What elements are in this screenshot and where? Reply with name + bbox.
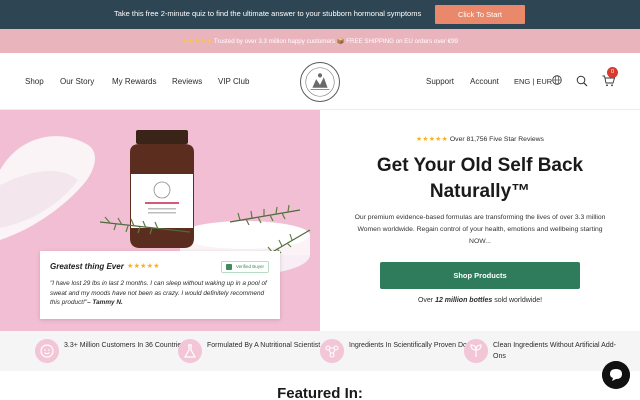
feature-clean-text: Clean Ingredients Without Artificial Add… [493,342,616,360]
rating-summary: ★★★★★ Over 81,756 Five Star Reviews [320,135,640,143]
verified-buyer-badge: Verified Buyer [221,261,269,273]
leaf-icon [464,339,488,363]
sold-worldwide-text: Over 12 million bottles sold worldwide! [320,297,640,304]
review-body: "I have lost 29 lbs in last 2 months. I … [50,279,275,308]
headline-line-1: Get Your Old Self Back [376,155,584,176]
shop-products-button[interactable]: Shop Products [380,262,580,289]
review-title: Greatest thing Ever [50,262,124,271]
verified-buyer-label: Verified Buyer [236,264,265,269]
rating-stars: ★★★★★ [416,136,448,143]
featured-in-heading: Featured In: [277,385,363,400]
nav-reviews[interactable]: Reviews [172,77,202,86]
feature-doses-text: Ingredients In Scientifically Proven Dos… [349,342,478,349]
sold-prefix: Over [417,297,436,304]
rating-text: Over 81,756 Five Star Reviews [448,136,544,143]
click-to-start-button[interactable]: Click To Start [435,5,525,24]
check-icon [226,264,232,270]
hero-headline: Get Your Old Self Back Naturally™ [345,153,615,205]
promo-bar: ★★★★★ Trusted by over 3.3 million happy … [0,29,640,53]
quiz-announcement-text: Take this free 2-minute quiz to find the… [114,9,422,18]
nav-support[interactable]: Support [426,77,454,86]
review-quote: "I have lost 29 lbs in last 2 months. I … [50,280,267,306]
review-card: Greatest thing Ever ★★★★★ Verified Buyer… [40,251,280,319]
flask-icon [178,339,202,363]
nav-vip-club[interactable]: VIP Club [218,77,249,86]
headline-line-2: Naturally™ [429,181,531,202]
features-strip: 3.3+ Million Customers In 36 Countries F… [0,331,640,371]
cart-count-badge: 0 [607,67,618,78]
sold-suffix: sold worldwide! [492,297,543,304]
locale-selector[interactable]: ENG | EUR [514,77,552,86]
review-author: – Tammy N. [87,299,123,306]
nav-account[interactable]: Account [470,77,499,86]
logo-emblem[interactable] [300,62,340,102]
promo-stars: ★★★★★ [182,38,213,45]
sold-highlight: 12 million bottles [435,297,493,304]
feature-customers-text: 3.3+ Million Customers In 36 Countries [64,342,185,349]
review-stars: ★★★★★ [127,263,160,270]
promo-text: ★★★★★ Trusted by over 3.3 million happy … [0,37,640,45]
hero-subcopy: Our premium evidence-based formulas are … [354,214,606,245]
feature-scientist-text: Formulated By A Nutritional Scientist [207,342,321,349]
announcement-bar: Take this free 2-minute quiz to find the… [0,0,640,29]
site-header: Shop Our Story My Rewards Reviews VIP Cl… [0,53,640,110]
chat-icon[interactable] [602,361,630,389]
smiley-icon [35,339,59,363]
nav-our-story[interactable]: Our Story [60,77,94,86]
search-icon[interactable] [576,75,588,87]
nav-my-rewards[interactable]: My Rewards [112,77,156,86]
globe-icon[interactable] [552,75,562,85]
molecule-icon [320,339,344,363]
promo-message: Trusted by over 3.3 million happy custom… [212,38,458,45]
nav-shop[interactable]: Shop [25,77,44,86]
